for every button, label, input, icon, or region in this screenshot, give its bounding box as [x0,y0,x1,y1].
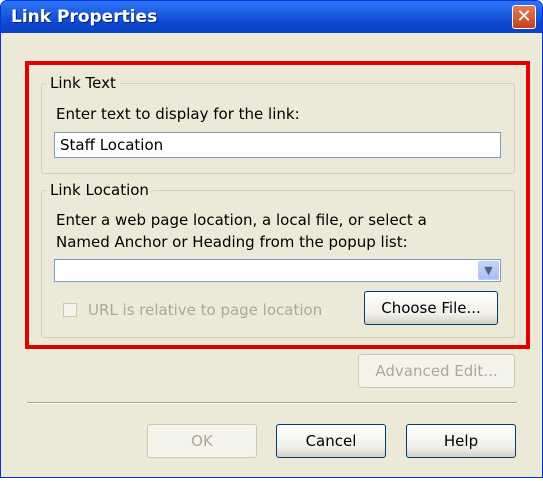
help-button[interactable]: Help [406,424,516,458]
link-properties-dialog: Link Properties ✕ Link Text Enter text t… [0,0,543,478]
close-icon[interactable]: ✕ [512,5,536,29]
ok-button[interactable]: OK [147,424,257,458]
cancel-button[interactable]: Cancel [276,424,386,458]
window-title: Link Properties [11,7,158,27]
title-bar[interactable]: Link Properties ✕ [1,1,542,33]
separator [27,402,517,404]
advanced-edit-button[interactable]: Advanced Edit... [358,354,515,388]
highlight-frame [25,61,530,349]
